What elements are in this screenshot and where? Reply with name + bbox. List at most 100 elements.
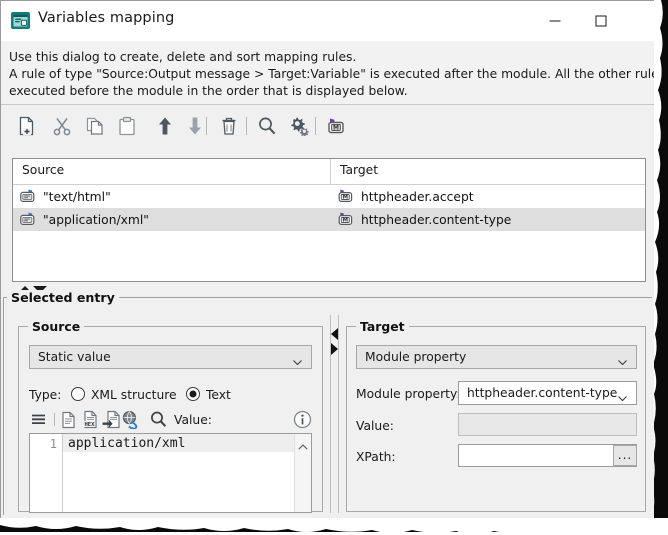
cell-target-label: httpheader.accept <box>361 190 474 204</box>
module-property-icon: M <box>338 189 355 204</box>
cell-source-label: "application/xml" <box>43 213 149 227</box>
mapping-rules-table[interactable]: Source Target "text/html" <box>12 158 646 282</box>
xpath-browse-button[interactable]: ... <box>613 445 637 466</box>
selected-entry-title: Selected entry <box>7 290 119 305</box>
splitter-left-icon[interactable] <box>331 328 338 340</box>
editor-scrollbar[interactable] <box>294 434 311 512</box>
cell-source-label: "text/html" <box>43 190 111 204</box>
target-xpath-label: XPath: <box>356 450 396 464</box>
target-kind-value: Module property <box>365 350 466 364</box>
module-icon: M <box>326 116 346 136</box>
screenshot-torn-right-edge <box>654 0 668 532</box>
module-property-icon: M <box>338 212 355 227</box>
paste-icon <box>117 116 137 136</box>
maximize-button[interactable] <box>578 1 624 41</box>
search-icon <box>257 116 277 136</box>
target-value-field <box>458 413 637 436</box>
search-icon <box>149 410 168 429</box>
source-type-label: Type: <box>29 388 61 402</box>
import-document-icon <box>102 410 121 429</box>
chevron-down-icon <box>293 354 302 359</box>
info-button[interactable] <box>293 410 312 432</box>
radio-text-selected-dot <box>190 391 197 398</box>
radio-text-label: Text <box>206 388 231 402</box>
document-icon <box>59 410 78 429</box>
table-row[interactable]: "text/html" M httpheader.accept <box>13 185 645 208</box>
import-document-button[interactable] <box>102 410 121 429</box>
splitter-right-icon[interactable] <box>331 343 338 355</box>
column-header-source[interactable]: Source <box>13 159 331 184</box>
minimize-button[interactable] <box>532 1 578 41</box>
scroll-up-icon[interactable] <box>298 439 308 453</box>
radio-xml-structure-label: XML structure <box>91 388 177 402</box>
svg-text:M: M <box>333 124 339 131</box>
mini-separator <box>54 413 55 426</box>
toolbar-separator <box>206 117 207 135</box>
editor-text: application/xml <box>68 436 185 451</box>
move-down-icon <box>185 116 205 136</box>
title-bar: Variables mapping <box>1 1 654 41</box>
panel-splitter[interactable] <box>330 315 339 513</box>
document-button[interactable] <box>59 410 78 429</box>
cut-icon <box>52 116 72 136</box>
static-value-icon <box>20 189 37 204</box>
module-property-label: Module property: <box>356 387 461 401</box>
settings-button[interactable] <box>285 112 313 140</box>
torn-edge-ink <box>0 518 668 532</box>
info-icon <box>293 410 312 429</box>
list-menu-button[interactable] <box>29 410 48 429</box>
hex-document-button[interactable]: HEX <box>81 410 100 429</box>
delete-button[interactable] <box>215 112 243 140</box>
cell-source: "text/html" <box>13 185 331 208</box>
new-entry-icon <box>17 116 37 136</box>
editor-gutter: 1 <box>30 434 63 512</box>
module-property-value: httpheader.content-type <box>467 386 617 400</box>
cell-target: M httpheader.content-type <box>331 208 645 231</box>
globe-link-button[interactable] <box>121 410 140 429</box>
dialog-description: Use this dialog to create, delete and so… <box>1 41 654 105</box>
table-row[interactable]: "application/xml" M httpheader.content-t… <box>13 208 645 231</box>
screenshot-torn-bottom-edge <box>0 518 668 532</box>
list-menu-icon <box>29 410 48 429</box>
chevron-down-icon <box>618 390 627 395</box>
source-group-title: Source <box>28 319 84 334</box>
globe-link-icon <box>121 410 140 429</box>
module-property-select[interactable]: httpheader.content-type <box>458 381 637 405</box>
cell-source: "application/xml" <box>13 208 331 231</box>
source-kind-value: Static value <box>38 350 111 364</box>
source-kind-select[interactable]: Static value <box>29 345 312 369</box>
move-down-button[interactable] <box>181 112 209 140</box>
target-value-label: Value: <box>356 419 394 433</box>
radio-xml-structure[interactable] <box>71 387 85 401</box>
value-search-button[interactable] <box>149 410 168 429</box>
delete-icon <box>219 116 239 136</box>
new-entry-button[interactable] <box>13 112 41 140</box>
description-line-3: executed before the module in the order … <box>1 83 654 100</box>
editor-line-number: 1 <box>50 437 57 451</box>
target-kind-select[interactable]: Module property <box>356 345 637 369</box>
toolbar-separator <box>315 117 316 135</box>
description-line-2: A rule of type "Source:Output message > … <box>1 66 654 83</box>
move-up-icon <box>155 116 175 136</box>
maximize-icon <box>596 16 607 27</box>
toolbar: M <box>1 106 654 146</box>
splitter-line <box>338 315 339 513</box>
radio-text[interactable] <box>186 387 200 401</box>
copy-icon <box>85 116 105 136</box>
cut-button[interactable] <box>48 112 76 140</box>
minimize-icon <box>550 21 561 22</box>
target-group-title: Target <box>356 319 409 334</box>
copy-button[interactable] <box>81 112 109 140</box>
column-header-target[interactable]: Target <box>331 159 645 184</box>
paste-button[interactable] <box>113 112 141 140</box>
source-value-editor[interactable]: 1 application/xml <box>29 433 312 513</box>
description-line-1: Use this dialog to create, delete and so… <box>1 41 654 66</box>
module-button[interactable]: M <box>322 112 350 140</box>
move-up-button[interactable] <box>151 112 179 140</box>
editor-code-area[interactable]: application/xml <box>63 434 294 512</box>
search-button[interactable] <box>253 112 281 140</box>
variables-mapping-dialog: Variables mapping Use this dialog to cre… <box>0 0 655 520</box>
chevron-down-icon <box>618 354 627 359</box>
svg-text:M: M <box>343 218 348 224</box>
target-xpath-field[interactable] <box>458 444 637 467</box>
